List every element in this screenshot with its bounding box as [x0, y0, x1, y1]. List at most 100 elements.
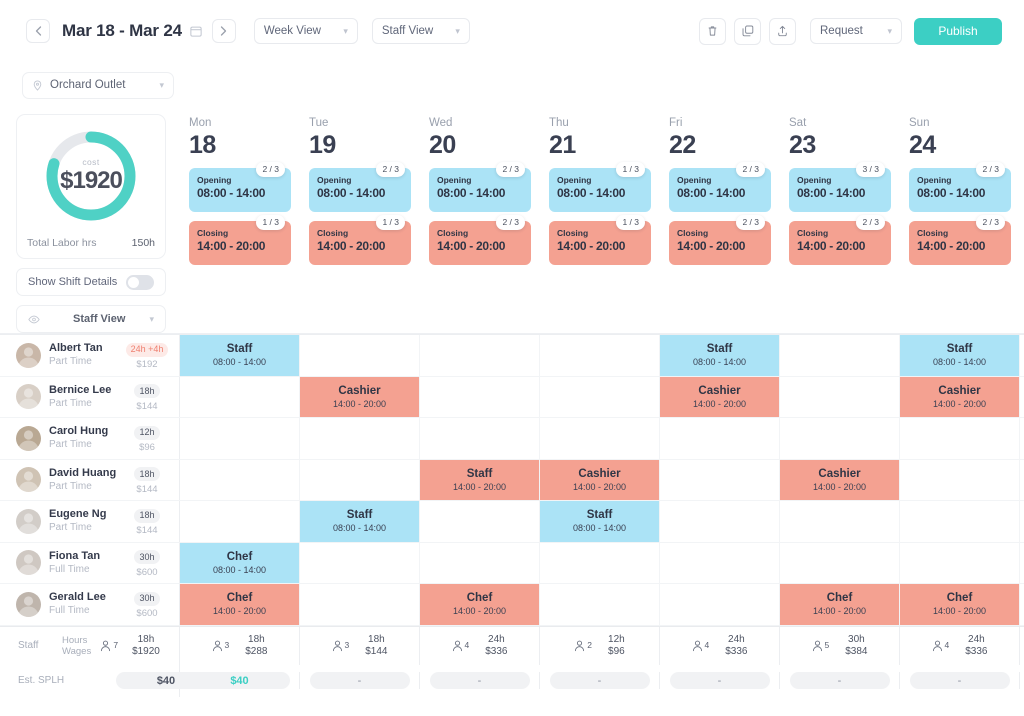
schedule-cell[interactable]: Chef 14:00 - 20:00 [180, 584, 300, 625]
closing-shift-template[interactable]: 1 / 3 Closing 14:00 - 20:00 [189, 215, 291, 265]
duplicate-schedule-button[interactable] [734, 17, 761, 45]
schedule-cell[interactable]: Chef 14:00 - 20:00 [900, 584, 1020, 625]
closing-shift-template[interactable]: 2 / 3 Closing 14:00 - 20:00 [429, 215, 531, 265]
schedule-cell-empty[interactable] [180, 459, 300, 500]
assigned-shift[interactable]: Staff 14:00 - 20:00 [420, 459, 539, 500]
assigned-shift[interactable]: Chef 14:00 - 20:00 [900, 584, 1019, 625]
assigned-shift[interactable]: Chef 08:00 - 14:00 [180, 542, 299, 583]
next-week-button[interactable] [211, 19, 236, 43]
schedule-cell-empty[interactable] [900, 542, 1020, 583]
schedule-cell-empty[interactable] [300, 584, 420, 625]
schedule-cell[interactable]: Staff 14:00 - 20:00 [420, 459, 540, 500]
schedule-cell-empty[interactable] [420, 542, 540, 583]
schedule-cell[interactable]: Staff 08:00 - 14:00 [660, 335, 780, 376]
schedule-cell-empty[interactable] [780, 418, 900, 459]
schedule-cell-empty[interactable] [900, 418, 1020, 459]
assigned-shift[interactable]: Staff 08:00 - 14:00 [180, 335, 299, 376]
staff-view-selector[interactable]: Staff View ▾ [16, 305, 166, 333]
staff-info-cell[interactable]: Fiona Tan Full Time 30h $600 [0, 542, 180, 583]
staff-info-cell[interactable]: Gerald Lee Full Time 30h $600 [0, 584, 180, 625]
schedule-cell[interactable]: Staff 08:00 - 14:00 [300, 501, 420, 542]
schedule-cell-empty[interactable] [660, 459, 780, 500]
schedule-cell-empty[interactable] [780, 501, 900, 542]
schedule-cell[interactable]: Cashier 14:00 - 20:00 [300, 376, 420, 417]
schedule-cell-empty[interactable] [540, 584, 660, 625]
schedule-cell[interactable]: Cashier 14:00 - 20:00 [660, 376, 780, 417]
schedule-cell-empty[interactable] [300, 335, 420, 376]
assigned-shift[interactable]: Cashier 14:00 - 20:00 [540, 459, 659, 500]
assigned-shift[interactable]: Staff 08:00 - 14:00 [900, 335, 1019, 376]
schedule-cell-empty[interactable] [540, 376, 660, 417]
closing-shift-template[interactable]: 2 / 3 Closing 14:00 - 20:00 [909, 215, 1011, 265]
staff-info-cell[interactable]: David Huang Part Time 18h $144 [0, 459, 180, 500]
staff-info-cell[interactable]: Eugene Ng Part Time 18h $144 [0, 501, 180, 542]
schedule-cell[interactable]: Staff 08:00 - 14:00 [900, 335, 1020, 376]
opening-shift-template[interactable]: 2 / 3 Opening 08:00 - 14:00 [429, 162, 531, 212]
schedule-cell-empty[interactable] [660, 542, 780, 583]
schedule-cell[interactable]: Cashier 14:00 - 20:00 [540, 459, 660, 500]
prev-week-button[interactable] [26, 19, 50, 43]
schedule-cell[interactable]: Chef 14:00 - 20:00 [420, 584, 540, 625]
schedule-cell-empty[interactable] [540, 542, 660, 583]
schedule-cell-empty[interactable] [420, 501, 540, 542]
schedule-cell[interactable]: Staff 08:00 - 14:00 [180, 335, 300, 376]
schedule-cell-empty[interactable] [540, 418, 660, 459]
staff-info-cell[interactable]: Carol Hung Part Time 12h $96 [0, 418, 180, 459]
staff-view-dropdown[interactable]: Staff View ▾ [371, 18, 470, 44]
request-dropdown[interactable]: Request ▾ [810, 18, 902, 44]
schedule-cell-empty[interactable] [660, 584, 780, 625]
schedule-cell-empty[interactable] [900, 459, 1020, 500]
show-shift-details-toggle-row[interactable]: Show Shift Details [16, 268, 166, 296]
assigned-shift[interactable]: Chef 14:00 - 20:00 [780, 584, 899, 625]
schedule-cell-empty[interactable] [900, 501, 1020, 542]
schedule-cell-empty[interactable] [420, 418, 540, 459]
closing-shift-template[interactable]: 1 / 3 Closing 14:00 - 20:00 [549, 215, 651, 265]
assigned-shift[interactable]: Chef 14:00 - 20:00 [180, 584, 299, 625]
opening-shift-template[interactable]: 2 / 3 Opening 08:00 - 14:00 [669, 162, 771, 212]
schedule-cell-empty[interactable] [180, 418, 300, 459]
staff-info-cell[interactable]: Bernice Lee Part Time 18h $144 [0, 376, 180, 417]
closing-shift-template[interactable]: 2 / 3 Closing 14:00 - 20:00 [789, 215, 891, 265]
assigned-shift[interactable]: Staff 08:00 - 14:00 [540, 501, 659, 542]
schedule-cell-empty[interactable] [780, 542, 900, 583]
delete-schedule-button[interactable] [699, 17, 726, 45]
schedule-cell-empty[interactable] [660, 418, 780, 459]
schedule-cell-empty[interactable] [180, 376, 300, 417]
export-schedule-button[interactable] [769, 17, 796, 45]
staff-info-cell[interactable]: Albert Tan Part Time 24h +4h $192 [0, 335, 180, 376]
schedule-cell[interactable]: Chef 08:00 - 14:00 [180, 542, 300, 583]
schedule-cell-empty[interactable] [780, 376, 900, 417]
schedule-cell-empty[interactable] [540, 335, 660, 376]
schedule-cell-empty[interactable] [780, 335, 900, 376]
schedule-cell-empty[interactable] [660, 501, 780, 542]
schedule-cell[interactable]: Cashier 14:00 - 20:00 [780, 459, 900, 500]
opening-shift-template[interactable]: 2 / 3 Opening 08:00 - 14:00 [309, 162, 411, 212]
schedule-cell[interactable]: Chef 14:00 - 20:00 [780, 584, 900, 625]
assigned-shift[interactable]: Cashier 14:00 - 20:00 [660, 376, 779, 417]
assigned-shift[interactable]: Cashier 14:00 - 20:00 [900, 376, 1019, 417]
schedule-cell[interactable]: Staff 08:00 - 14:00 [540, 501, 660, 542]
schedule-cell[interactable]: Cashier 14:00 - 20:00 [900, 376, 1020, 417]
schedule-cell-empty[interactable] [420, 376, 540, 417]
schedule-cell-empty[interactable] [420, 335, 540, 376]
opening-shift-template[interactable]: 1 / 3 Opening 08:00 - 14:00 [549, 162, 651, 212]
publish-button[interactable]: Publish [914, 17, 1002, 45]
schedule-cell-empty[interactable] [180, 501, 300, 542]
show-shift-details-toggle[interactable] [126, 274, 154, 290]
assigned-shift[interactable]: Chef 14:00 - 20:00 [420, 584, 539, 625]
assigned-shift[interactable]: Cashier 14:00 - 20:00 [780, 459, 899, 500]
calendar-icon[interactable] [190, 25, 202, 37]
schedule-cell-empty[interactable] [300, 459, 420, 500]
opening-shift-template[interactable]: 2 / 3 Opening 08:00 - 14:00 [189, 162, 291, 212]
assigned-shift[interactable]: Staff 08:00 - 14:00 [300, 501, 419, 542]
opening-shift-template[interactable]: 3 / 3 Opening 08:00 - 14:00 [789, 162, 891, 212]
outlet-dropdown[interactable]: Orchard Outlet ▾ [22, 71, 174, 99]
assigned-shift[interactable]: Cashier 14:00 - 20:00 [300, 376, 419, 417]
schedule-cell-empty[interactable] [300, 542, 420, 583]
assigned-shift[interactable]: Staff 08:00 - 14:00 [660, 335, 779, 376]
opening-shift-template[interactable]: 2 / 3 Opening 08:00 - 14:00 [909, 162, 1011, 212]
week-view-dropdown[interactable]: Week View ▾ [253, 18, 358, 44]
closing-shift-template[interactable]: 2 / 3 Closing 14:00 - 20:00 [669, 215, 771, 265]
closing-shift-template[interactable]: 1 / 3 Closing 14:00 - 20:00 [309, 215, 411, 265]
schedule-cell-empty[interactable] [300, 418, 420, 459]
